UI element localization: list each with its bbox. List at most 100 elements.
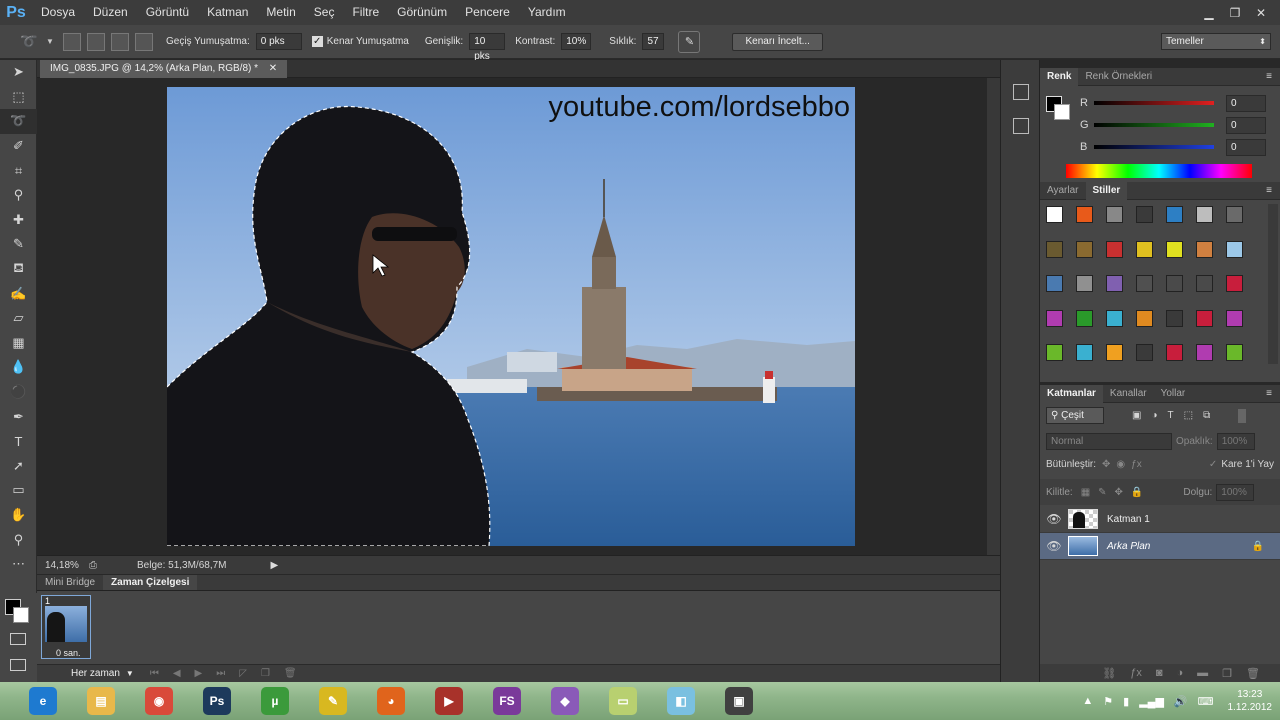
- workspace-select[interactable]: Temeller ⬍: [1161, 33, 1271, 50]
- play-icon[interactable]: ▶: [195, 668, 203, 679]
- taskbar-app-1[interactable]: ▤: [72, 684, 130, 718]
- style-swatch[interactable]: [1136, 344, 1153, 362]
- style-swatch[interactable]: [1106, 309, 1123, 327]
- minimize-icon[interactable]: ▁: [1196, 5, 1222, 21]
- filter-shape-icon[interactable]: ⬚: [1184, 410, 1193, 421]
- style-swatch[interactable]: [1076, 344, 1093, 362]
- blend-mode-select[interactable]: Normal: [1046, 433, 1172, 450]
- style-swatch[interactable]: [1106, 344, 1123, 362]
- taskbar-app-5[interactable]: ✎: [304, 684, 362, 718]
- document-tab[interactable]: IMG_0835.JPG @ 14,2% (Arka Plan, RGB/8) …: [40, 60, 288, 78]
- taskbar-app-0[interactable]: e: [14, 684, 72, 718]
- eyedropper-tool-icon[interactable]: ⚲: [0, 183, 37, 208]
- contrast-input[interactable]: 10%: [561, 33, 592, 50]
- first-frame-icon[interactable]: ⏮: [150, 668, 159, 679]
- loop-option[interactable]: Her zaman: [71, 668, 120, 679]
- history-panel-icon[interactable]: [1013, 84, 1029, 100]
- path-selection-tool-icon[interactable]: ➚: [0, 454, 37, 479]
- previous-frame-icon[interactable]: ◀: [173, 668, 181, 679]
- style-swatch[interactable]: [1226, 206, 1243, 223]
- style-swatch[interactable]: [1106, 275, 1123, 293]
- taskbar-app-3[interactable]: Ps: [188, 684, 246, 718]
- style-swatch[interactable]: [1226, 240, 1243, 258]
- unify-visibility-icon[interactable]: ◉: [1116, 459, 1125, 470]
- taskbar-app-12[interactable]: ▣: [710, 684, 768, 718]
- taskbar-app-9[interactable]: ◆: [536, 684, 594, 718]
- clock[interactable]: 13:23 1.12.2012: [1228, 688, 1273, 714]
- menu-item-5[interactable]: Seç: [305, 0, 344, 25]
- status-menu-arrow-icon[interactable]: ▶: [271, 560, 279, 571]
- style-swatch[interactable]: [1046, 309, 1063, 327]
- tab-layers[interactable]: Katmanlar: [1040, 384, 1103, 403]
- style-swatch[interactable]: [1106, 240, 1123, 258]
- tab-paths[interactable]: Yollar: [1154, 385, 1193, 403]
- panel-menu-icon[interactable]: ≡: [1266, 388, 1272, 399]
- width-input[interactable]: 10 pks: [469, 33, 506, 62]
- layer-name[interactable]: Arka Plan: [1107, 541, 1150, 552]
- add-selection-icon[interactable]: [87, 32, 105, 51]
- layer-filter-select[interactable]: ⚲ Çeşit: [1046, 407, 1104, 424]
- style-swatch[interactable]: [1166, 275, 1183, 293]
- style-swatch[interactable]: [1136, 240, 1153, 258]
- style-swatch[interactable]: [1196, 275, 1213, 293]
- background-color-swatch[interactable]: [13, 607, 29, 623]
- filter-adjustment-icon[interactable]: ◑: [1151, 410, 1157, 421]
- tab-styles[interactable]: Stiller: [1085, 181, 1128, 200]
- zoom-tool-icon[interactable]: ⚲: [0, 527, 37, 552]
- dodge-tool-icon[interactable]: ⚫: [0, 380, 37, 405]
- unify-position-icon[interactable]: ✥: [1102, 459, 1110, 470]
- unify-style-icon[interactable]: ƒx: [1131, 459, 1142, 470]
- channel-slider[interactable]: [1094, 145, 1214, 149]
- style-swatch[interactable]: [1136, 206, 1153, 223]
- tab-mini-bridge[interactable]: Mini Bridge: [37, 575, 103, 590]
- lock-position-icon[interactable]: ✥: [1115, 487, 1123, 498]
- export-icon[interactable]: ⎙: [89, 560, 97, 571]
- battery-icon[interactable]: ▮: [1123, 695, 1129, 708]
- filter-smart-icon[interactable]: ⧉: [1203, 410, 1210, 421]
- action-center-icon[interactable]: ⚑: [1103, 695, 1113, 708]
- menu-item-9[interactable]: Yardım: [519, 0, 575, 25]
- channel-value[interactable]: 0: [1226, 116, 1266, 134]
- tween-icon[interactable]: ◸: [239, 668, 247, 679]
- chevron-down-icon[interactable]: ▼: [126, 669, 134, 678]
- taskbar-app-7[interactable]: ▶: [420, 684, 478, 718]
- style-swatch[interactable]: [1166, 206, 1183, 223]
- delete-frame-icon[interactable]: 🗑: [284, 668, 297, 679]
- network-icon[interactable]: ▂▄▆: [1139, 695, 1164, 708]
- style-swatch[interactable]: [1136, 275, 1153, 293]
- style-swatch[interactable]: [1226, 309, 1243, 327]
- duplicate-frame-icon[interactable]: ❐: [261, 668, 270, 679]
- styles-scrollbar[interactable]: [1268, 204, 1278, 364]
- layer-name[interactable]: Katman 1: [1107, 514, 1150, 525]
- channel-value[interactable]: 0: [1226, 94, 1266, 112]
- refine-edge-button[interactable]: Kenarı İncelt...: [732, 32, 823, 51]
- history-brush-tool-icon[interactable]: ✍: [0, 281, 37, 306]
- tab-swatches[interactable]: Renk Örnekleri: [1078, 68, 1159, 86]
- actions-panel-icon[interactable]: [1013, 118, 1029, 134]
- channel-slider[interactable]: [1094, 101, 1214, 105]
- more-tools-icon[interactable]: ⋯: [0, 552, 37, 577]
- rectangle-tool-icon[interactable]: ▭: [0, 478, 37, 503]
- style-swatch[interactable]: [1076, 240, 1093, 258]
- eraser-tool-icon[interactable]: ▱: [0, 306, 37, 331]
- link-layers-icon[interactable]: ⛓: [1102, 667, 1116, 680]
- menu-item-3[interactable]: Katman: [198, 0, 257, 25]
- new-layer-icon[interactable]: ❐: [1222, 667, 1232, 680]
- style-swatch[interactable]: [1106, 206, 1123, 223]
- delete-layer-icon[interactable]: 🗑: [1246, 667, 1260, 680]
- menu-item-1[interactable]: Düzen: [84, 0, 137, 25]
- taskbar-app-8[interactable]: FS: [478, 684, 536, 718]
- new-group-icon[interactable]: ▬: [1197, 667, 1208, 679]
- pen-tool-icon[interactable]: ✒: [0, 404, 37, 429]
- quick-selection-tool-icon[interactable]: ✐: [0, 134, 37, 159]
- frame-delay[interactable]: 0 san.: [56, 648, 81, 658]
- taskbar-app-4[interactable]: µ: [246, 684, 304, 718]
- close-tab-icon[interactable]: ✕: [269, 63, 277, 74]
- eye-icon[interactable]: 👁: [1040, 539, 1068, 553]
- lock-all-icon[interactable]: 🔒: [1131, 487, 1143, 498]
- panel-menu-icon[interactable]: ≡: [1266, 71, 1272, 82]
- color-spectrum[interactable]: [1066, 164, 1252, 178]
- style-swatch[interactable]: [1196, 344, 1213, 362]
- style-swatch[interactable]: [1196, 206, 1213, 223]
- style-swatch[interactable]: [1046, 275, 1063, 293]
